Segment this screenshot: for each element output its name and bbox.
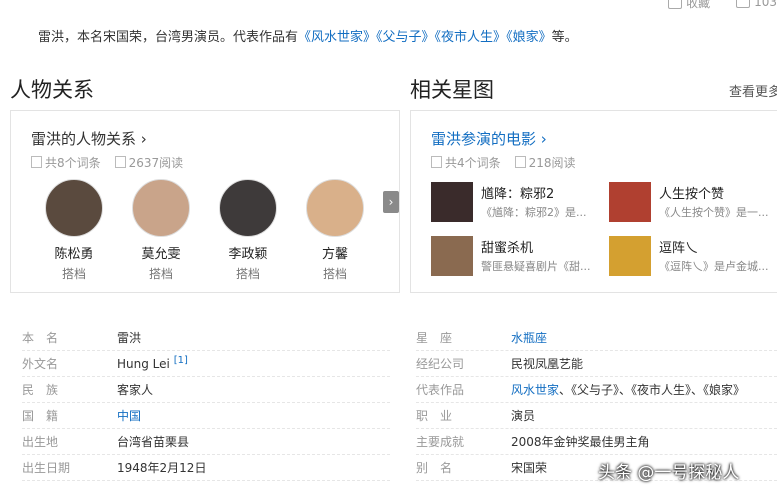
relations-card: 雷洪的人物关系 › 共8个词条 2637阅读 陈松勇 搭档 莫允雯 搭档 李政颖 … — [10, 110, 400, 293]
films-card-title[interactable]: 雷洪参演的电影 › — [431, 128, 547, 149]
work-link-2[interactable]: 《父与子》 — [376, 30, 435, 45]
info-row: 外文名 Hung Lei [1] — [22, 350, 390, 377]
film-item[interactable]: 馗降：粽邪2 《馗降：粽邪2》是... — [431, 182, 611, 222]
info-row: 经纪公司 民视凤凰艺能 — [416, 350, 777, 377]
summary-paragraph: 雷洪，本名宋国荣，台湾男演员。代表作品有《风水世家》《父与子》《夜市人生》《娘家… — [38, 30, 578, 45]
view-more-link[interactable]: 查看更多 — [729, 81, 777, 100]
avatar — [219, 179, 277, 237]
film-poster — [431, 236, 473, 276]
info-row: 本 名 雷洪 — [22, 324, 390, 351]
zodiac-link[interactable]: 水瓶座 — [511, 329, 547, 346]
work-link-4[interactable]: 《娘家》 — [506, 30, 552, 45]
films-card-meta: 共4个词条 218阅读 — [431, 154, 576, 171]
book-icon — [114, 156, 126, 168]
entries-icon — [431, 156, 442, 168]
info-row: 民 族 客家人 — [22, 376, 390, 403]
film-poster — [431, 182, 473, 222]
relations-card-meta: 共8个词条 2637阅读 — [31, 154, 183, 171]
info-row: 代表作品 风水世家、《父与子》、《夜市人生》、《娘家》 — [416, 376, 777, 403]
info-row: 国 籍 中国 — [22, 402, 390, 429]
info-row: 职 业 演员 — [416, 402, 777, 429]
like-button[interactable]: 103 — [736, 0, 777, 11]
work-link[interactable]: 风水世家 — [511, 383, 559, 397]
info-row: 出生地 台湾省苗栗县 — [22, 428, 390, 455]
topbar: 收藏 103 — [668, 0, 777, 11]
work-link-3[interactable]: 《夜市人生》 — [435, 30, 507, 45]
work-link-1[interactable]: 《风水世家》 — [298, 30, 376, 45]
film-item[interactable]: 逗阵乀 《逗阵乀》是卢金城... — [609, 236, 777, 276]
person-card[interactable]: 莫允雯 搭档 — [123, 179, 199, 282]
film-item[interactable]: 甜蜜杀机 警匪悬疑喜剧片《甜... — [431, 236, 611, 276]
favorite-button[interactable]: 收藏 — [668, 0, 710, 11]
films-card: 雷洪参演的电影 › 共4个词条 218阅读 馗降：粽邪2 《馗降：粽邪2》是...… — [410, 110, 777, 293]
person-card[interactable]: 方馨 搭档 — [297, 179, 373, 282]
watermark: 头条 @一号探秘人 — [598, 463, 740, 483]
film-item[interactable]: 人生按个赞 《人生按个赞》是一... — [609, 182, 777, 222]
info-row: 出生日期 1948年2月12日 — [22, 454, 390, 481]
avatar — [306, 179, 364, 237]
info-row: 星 座 水瓶座 — [416, 324, 777, 351]
relations-heading: 人物关系 — [10, 78, 94, 102]
star-map-heading: 相关星图 — [410, 78, 494, 102]
relations-card-title[interactable]: 雷洪的人物关系 › — [31, 128, 147, 149]
book-icon — [514, 156, 526, 168]
entries-icon — [31, 156, 42, 168]
avatar — [132, 179, 190, 237]
film-poster — [609, 236, 651, 276]
person-card[interactable]: 陈松勇 搭档 — [36, 179, 112, 282]
citation-link[interactable]: [1] — [174, 355, 188, 366]
next-arrow-button[interactable]: › — [383, 191, 399, 213]
thumb-up-icon — [736, 0, 751, 8]
avatar — [45, 179, 103, 237]
info-row: 主要成就 2008年金钟奖最佳男主角 — [416, 428, 777, 455]
person-card[interactable]: 李政颖 搭档 — [210, 179, 286, 282]
nationality-link[interactable]: 中国 — [117, 407, 141, 424]
star-icon — [668, 0, 683, 9]
film-poster — [609, 182, 651, 222]
